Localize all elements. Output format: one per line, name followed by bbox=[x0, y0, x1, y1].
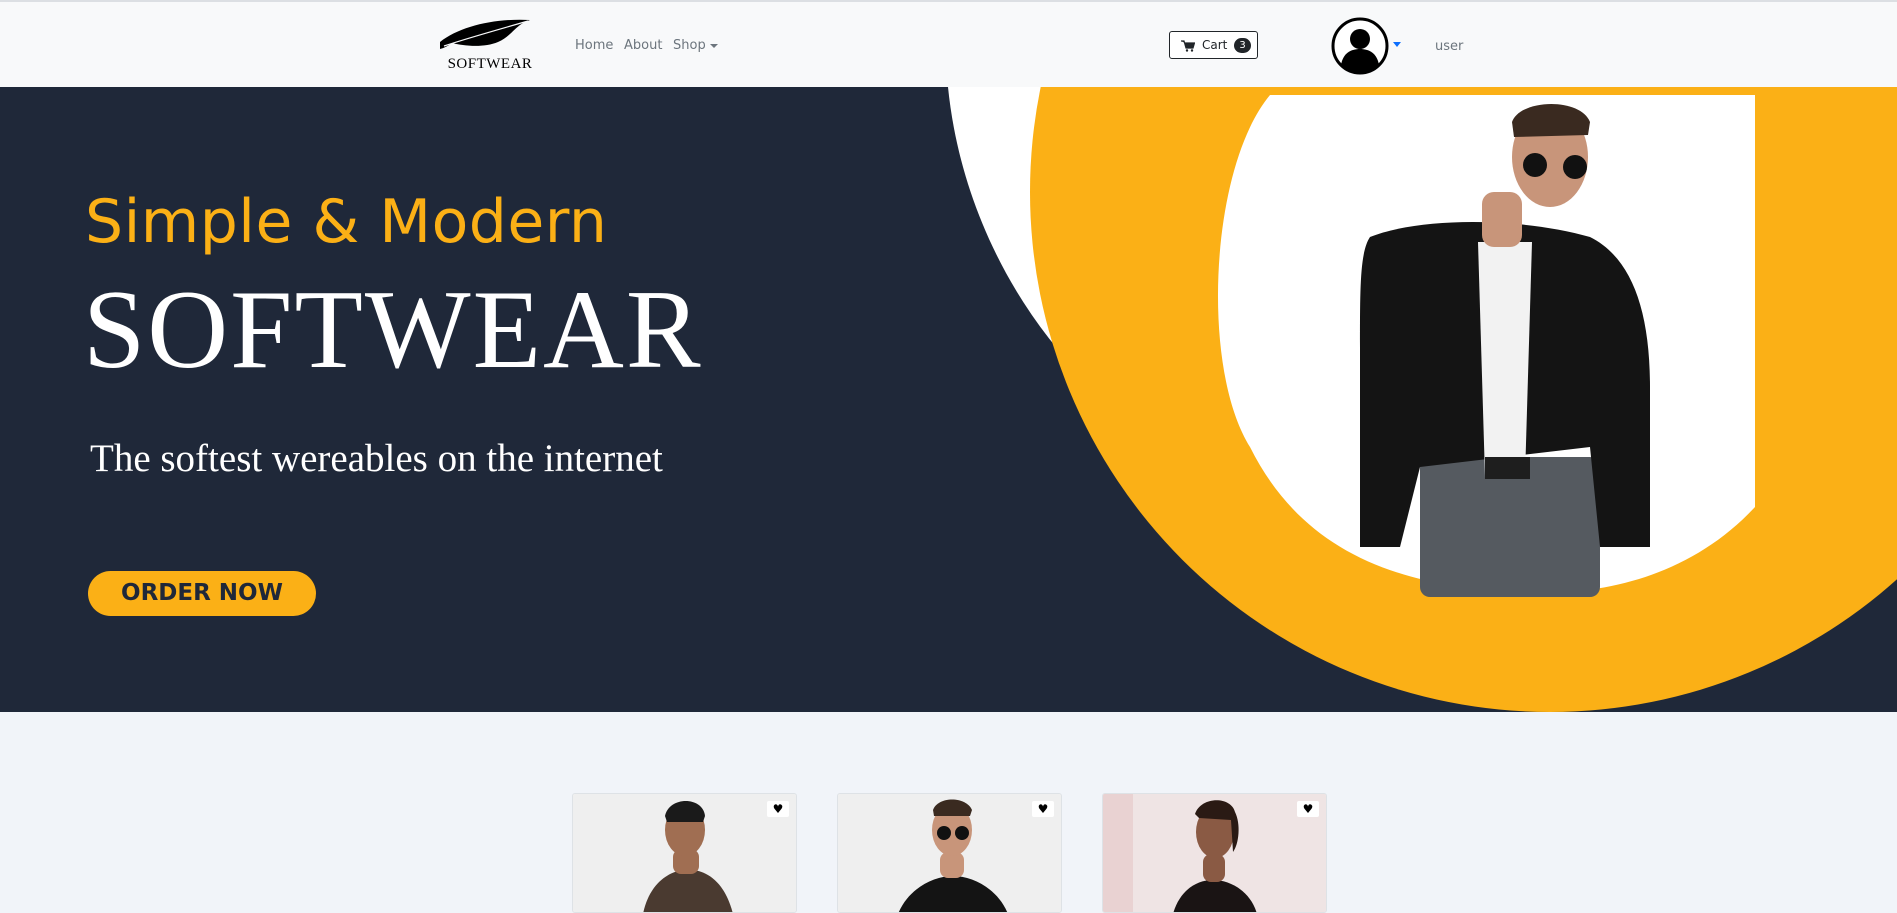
nav-shop-dropdown[interactable]: Shop bbox=[673, 38, 718, 53]
nav-about-link[interactable]: About bbox=[624, 38, 662, 53]
order-now-button[interactable]: ORDER NOW bbox=[88, 571, 316, 616]
leaf-logo-icon bbox=[440, 19, 530, 49]
product-image bbox=[838, 794, 1061, 912]
chevron-down-icon bbox=[709, 43, 718, 48]
product-image bbox=[573, 794, 796, 912]
cart-count-badge: 3 bbox=[1234, 38, 1251, 53]
hero-brand-name: SOFTWEAR bbox=[83, 268, 703, 392]
favorite-heart-icon[interactable]: ♥ bbox=[1032, 801, 1054, 817]
product-image bbox=[1103, 794, 1326, 912]
cart-button[interactable]: Cart 3 bbox=[1169, 31, 1258, 59]
favorite-heart-icon[interactable]: ♥ bbox=[767, 801, 789, 817]
hero-subtitle: The softest wereables on the internet bbox=[90, 437, 663, 480]
favorite-heart-icon[interactable]: ♥ bbox=[1297, 801, 1319, 817]
username-label: user bbox=[1435, 39, 1464, 54]
user-avatar-icon[interactable] bbox=[1331, 17, 1389, 75]
hero-tagline: Simple & Modern bbox=[85, 187, 608, 257]
cart-label: Cart bbox=[1202, 38, 1228, 52]
logo[interactable]: SOFTWEAR bbox=[438, 16, 542, 78]
product-card[interactable]: ♥ bbox=[837, 793, 1062, 913]
hero-banner: Simple & Modern SOFTWEAR The softest wer… bbox=[0, 87, 1897, 712]
hero-model-illustration bbox=[948, 87, 1897, 712]
nav-home-link[interactable]: Home bbox=[575, 38, 613, 53]
product-card[interactable]: ♥ bbox=[1102, 793, 1327, 913]
cart-icon bbox=[1181, 40, 1195, 52]
navbar: SOFTWEAR Home About Shop Cart 3 user bbox=[0, 2, 1897, 88]
nav-shop-label: Shop bbox=[673, 38, 706, 53]
logo-text: SOFTWEAR bbox=[447, 56, 533, 72]
product-card[interactable]: ♥ bbox=[572, 793, 797, 913]
user-menu-chevron-icon[interactable] bbox=[1393, 42, 1401, 47]
